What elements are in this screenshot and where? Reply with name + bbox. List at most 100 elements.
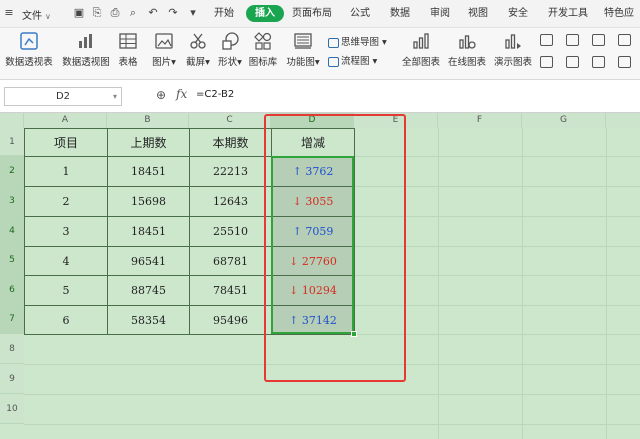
combo-chart-icon[interactable]	[618, 56, 631, 68]
cell-curr[interactable]: 78451	[189, 275, 272, 306]
undo-icon[interactable]: ↶	[146, 6, 160, 20]
tab-developer[interactable]: 开发工具	[546, 5, 590, 22]
redo-icon[interactable]: ↷	[166, 6, 180, 20]
zoom-search-icon[interactable]: ⊕	[156, 88, 166, 102]
flowchart-button[interactable]: 流程图 ▾	[328, 53, 377, 67]
file-menu[interactable]: 文件 ∨	[22, 7, 51, 22]
radar-chart-icon[interactable]	[592, 56, 605, 68]
pivot-table-button[interactable]: 数据透视表	[4, 31, 54, 68]
column-header-b[interactable]: B	[107, 113, 189, 128]
cell-delta[interactable]: ↑ 3762	[271, 156, 355, 187]
name-box[interactable]: D2 ▾	[4, 87, 122, 106]
cell-prev[interactable]: 96541	[107, 246, 190, 276]
cell-prev[interactable]: 88745	[107, 275, 190, 306]
cell-curr[interactable]: 25510	[189, 216, 272, 247]
column-header-d[interactable]: D	[271, 113, 354, 128]
spreadsheet-grid[interactable]: A B C D E F G 1 2 3 4 5 6 7 8 9 10 项目 上期…	[0, 113, 640, 439]
cell-curr[interactable]: 95496	[189, 305, 272, 335]
row-header-8[interactable]: 8	[0, 334, 24, 364]
function-chart-button[interactable]: 功能图▾	[286, 31, 320, 68]
print-icon[interactable]: ⎙	[108, 6, 122, 20]
tab-data[interactable]: 数据	[388, 5, 412, 22]
table-button[interactable]: 表格	[116, 31, 140, 68]
icon-library-button[interactable]: 图标库	[248, 31, 278, 68]
cell-prev[interactable]: 58354	[107, 305, 190, 335]
all-charts-button[interactable]: 全部图表	[400, 31, 442, 68]
print-preview-icon[interactable]: ⌕	[126, 6, 140, 20]
screenshot-button[interactable]: 截屏▾	[184, 31, 212, 68]
cell-prev[interactable]: 18451	[107, 216, 190, 247]
cell-item[interactable]: 1	[24, 156, 108, 187]
online-charts-button[interactable]: 在线图表	[446, 31, 488, 68]
header-cell-item[interactable]: 项目	[24, 128, 108, 157]
cell-delta[interactable]: ↓ 27760	[271, 246, 355, 276]
row-header-5[interactable]: 5	[0, 246, 24, 275]
online-chart-icon	[459, 35, 476, 49]
row-header-4[interactable]: 4	[0, 216, 24, 246]
pivot-chart-button[interactable]: 数据透视图	[60, 31, 112, 68]
row-header-6[interactable]: 6	[0, 275, 24, 305]
cell-item[interactable]: 4	[24, 246, 108, 276]
tab-page-layout[interactable]: 页面布局	[290, 5, 334, 22]
row-header-1[interactable]: 1	[0, 128, 24, 156]
column-header-f[interactable]: F	[438, 113, 522, 128]
row-header-3[interactable]: 3	[0, 186, 24, 216]
cell-item[interactable]: 6	[24, 305, 108, 335]
cell-prev[interactable]: 18451	[107, 156, 190, 187]
tab-formulas[interactable]: 公式	[348, 5, 372, 22]
tab-insert[interactable]: 插入	[246, 5, 284, 22]
tab-review[interactable]: 审阅	[428, 5, 452, 22]
function-fx-icon[interactable]: fx	[176, 87, 187, 101]
tab-view[interactable]: 视图	[466, 5, 490, 22]
cell-delta[interactable]: ↓ 10294	[271, 275, 355, 306]
cell-delta[interactable]: ↑ 7059	[271, 216, 355, 247]
fill-handle[interactable]	[351, 331, 357, 337]
picture-button[interactable]: 图片▾	[150, 31, 178, 68]
save-icon[interactable]: ▣	[72, 6, 86, 20]
cell-curr[interactable]: 68781	[189, 246, 272, 276]
table-row: 2 15698 12643 ↓ 3055	[24, 186, 355, 217]
column-header-g[interactable]: G	[522, 113, 606, 128]
bar-chart-small-icon[interactable]	[592, 34, 605, 46]
tab-security[interactable]: 安全	[506, 5, 530, 22]
pivot-chart-label: 数据透视图	[62, 57, 110, 68]
chevron-down-icon[interactable]: ▾	[113, 88, 117, 105]
mind-map-button[interactable]: 思维导图 ▾	[328, 34, 387, 48]
pie-chart-icon[interactable]	[540, 56, 553, 68]
picture-label: 图片▾	[152, 57, 176, 68]
row-header-2[interactable]: 2	[0, 156, 24, 186]
row-header-7[interactable]: 7	[0, 305, 24, 334]
column-header-e[interactable]: E	[354, 113, 438, 128]
row-header-9[interactable]: 9	[0, 364, 24, 394]
column-chart-icon[interactable]	[540, 34, 553, 46]
header-cell-curr[interactable]: 本期数	[189, 128, 272, 157]
demo-charts-button[interactable]: 演示图表	[492, 31, 534, 68]
shape-button[interactable]: 形状▾	[216, 31, 244, 68]
cell-delta[interactable]: ↑ 37142	[271, 305, 355, 335]
row-header-10[interactable]: 10	[0, 394, 24, 424]
cell-curr[interactable]: 22213	[189, 156, 272, 187]
column-header-c[interactable]: C	[189, 113, 271, 128]
table-row: 6 58354 95496 ↑ 37142	[24, 305, 355, 335]
tab-special[interactable]: 特色应	[602, 5, 636, 22]
header-cell-delta[interactable]: 增减	[271, 128, 355, 157]
cell-item[interactable]: 5	[24, 275, 108, 306]
column-header-a[interactable]: A	[24, 113, 107, 128]
area-chart-icon[interactable]	[618, 34, 631, 46]
quick-access-dropdown-icon[interactable]: ▾	[186, 6, 200, 20]
export-pdf-icon[interactable]: ⎘	[90, 6, 104, 20]
cell-item[interactable]: 3	[24, 216, 108, 247]
corner-select-all[interactable]	[0, 113, 24, 128]
header-cell-prev[interactable]: 上期数	[107, 128, 190, 157]
line-chart-icon[interactable]	[566, 34, 579, 46]
screenshot-text: 截屏	[186, 57, 206, 68]
menu-icon[interactable]: ≡	[2, 6, 16, 20]
cell-prev[interactable]: 15698	[107, 186, 190, 217]
cell-curr[interactable]: 12643	[189, 186, 272, 217]
cell-delta[interactable]: ↓ 3055	[271, 186, 355, 217]
column-header-h[interactable]	[606, 113, 640, 128]
formula-input[interactable]: =C2-B2	[196, 89, 234, 100]
tab-home[interactable]: 开始	[212, 5, 236, 22]
scatter-chart-icon[interactable]	[566, 56, 579, 68]
cell-item[interactable]: 2	[24, 186, 108, 217]
